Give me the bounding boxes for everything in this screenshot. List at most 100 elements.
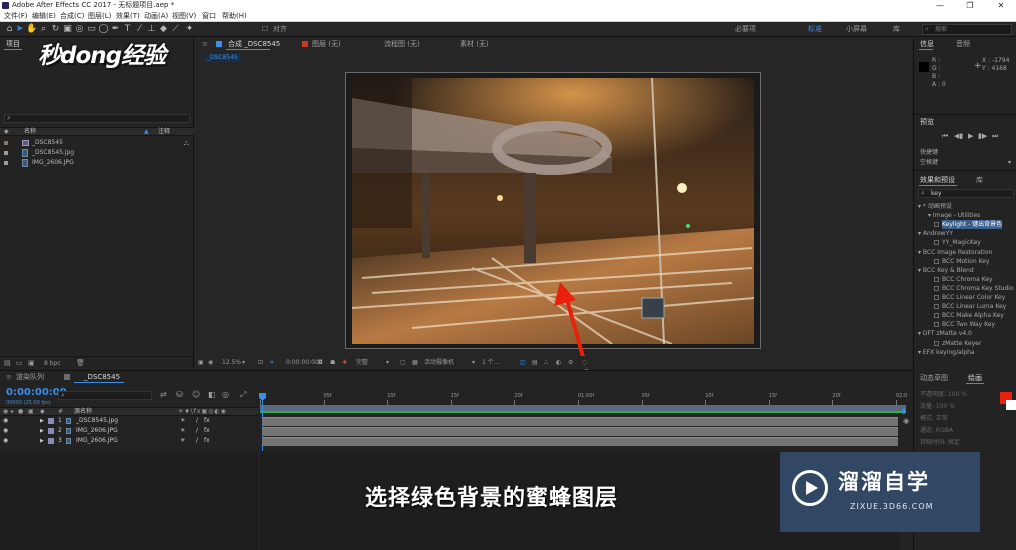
lock-icon[interactable]: [216, 41, 222, 47]
ellipse-tool-icon[interactable]: ◯: [98, 24, 109, 35]
paint-duration[interactable]: 持续时间: 恒定: [920, 438, 960, 447]
delete-icon[interactable]: 🗑: [76, 359, 85, 367]
effects-tree-item[interactable]: YY_MagicKey: [942, 238, 981, 247]
selection-tool-icon[interactable]: ➤: [14, 24, 25, 35]
paint-opacity[interactable]: 不透明度: 100 %: [920, 390, 967, 399]
label-column-icon[interactable]: ◆: [4, 128, 9, 136]
quality-switch-icon[interactable]: /: [196, 416, 198, 426]
paint-channels[interactable]: 通道: RGBA: [920, 426, 953, 435]
fx-switch-icon[interactable]: fx: [204, 416, 210, 426]
chevron-down-icon[interactable]: ▾: [472, 357, 475, 368]
layer-duration-bar[interactable]: [262, 437, 898, 446]
quality-switch-icon[interactable]: /: [196, 426, 198, 436]
shy-switch-icon[interactable]: ☀: [180, 426, 185, 436]
layer-search-input[interactable]: ⌕: [58, 391, 152, 400]
effects-tree-item[interactable]: ▾ EFX keying/alpha: [918, 348, 975, 357]
text-tool-icon[interactable]: T: [122, 24, 133, 35]
flowchart-icon[interactable]: ⛬: [184, 138, 189, 148]
views-select[interactable]: 1 个...: [482, 357, 499, 368]
effects-tree-item[interactable]: BCC Linear Color Key: [942, 293, 1005, 302]
rotate-tool-icon[interactable]: ↻: [50, 24, 61, 35]
expand-arrow-icon[interactable]: ▶: [40, 436, 44, 446]
show-snapshot-icon[interactable]: ☗: [330, 357, 335, 368]
shortcut-select[interactable]: 空格键: [920, 158, 938, 167]
hand-tool-icon[interactable]: ✋: [26, 24, 37, 35]
project-item[interactable]: IMG_2606.JPG: [0, 158, 194, 168]
quality-switch-icon[interactable]: /: [196, 436, 198, 446]
paint-flow[interactable]: 流量: 100 %: [920, 402, 955, 411]
fx-switch-icon[interactable]: fx: [204, 426, 210, 436]
camera-select[interactable]: 活动摄像机: [424, 357, 454, 368]
puppet-tool-icon[interactable]: ✦: [184, 24, 195, 35]
preview-title[interactable]: 预览: [920, 116, 934, 128]
workspace-library[interactable]: 库: [893, 24, 900, 35]
snap-checkbox[interactable]: ☐: [262, 24, 268, 35]
menu-icon[interactable]: ≡: [202, 40, 208, 48]
maximize-button[interactable]: ❐: [955, 0, 985, 11]
breadcrumb[interactable]: _DSC8545: [204, 54, 241, 62]
comp-mini-flowchart-icon[interactable]: ⇄: [160, 390, 167, 399]
layer-duration-bar[interactable]: [262, 427, 898, 436]
layer-row[interactable]: ◉ ▶ 3 IMG_2606.JPG ☀ / fx: [0, 436, 258, 446]
graph-editor-icon[interactable]: ⤢: [240, 390, 246, 400]
effects-tree-item[interactable]: ▾ BCC Image Restoration: [918, 248, 992, 257]
menu-animation[interactable]: 动画(A): [144, 11, 168, 22]
expand-arrow-icon[interactable]: ▶: [40, 416, 44, 426]
minimize-button[interactable]: —: [925, 0, 955, 11]
effects-tree-item[interactable]: BCC Linear Luma Key: [942, 302, 1006, 311]
close-button[interactable]: ✕: [986, 0, 1016, 11]
grid-icon[interactable]: ⌗: [270, 357, 273, 368]
effects-tree-item[interactable]: BCC Motion Key: [942, 257, 989, 266]
label-color[interactable]: [48, 438, 54, 444]
first-frame-icon[interactable]: ⏮: [942, 132, 948, 141]
effects-tree-item[interactable]: ▾ BCC Key & Blend: [918, 266, 974, 275]
column-comment[interactable]: 注释: [158, 128, 170, 136]
flowchart-icon[interactable]: ⛬: [544, 357, 548, 368]
chevron-down-icon[interactable]: ▾: [386, 357, 389, 368]
tab-library[interactable]: 库: [976, 174, 983, 186]
color-depth-label[interactable]: 8 bpc: [44, 360, 61, 367]
effects-tree-item[interactable]: zMatte Keyer: [942, 339, 981, 348]
3d-view-icon[interactable]: ◉: [208, 357, 213, 368]
previous-frame-icon[interactable]: ◀▮: [954, 132, 963, 141]
workspace-small-screen[interactable]: 小屏幕: [846, 24, 867, 35]
zoom-tool-icon[interactable]: ⌕: [38, 24, 49, 35]
viewer-timecode[interactable]: 0:00:00:00: [286, 357, 319, 368]
new-folder-icon[interactable]: ▭: [16, 359, 23, 367]
next-frame-icon[interactable]: ▮▶: [978, 132, 987, 141]
eraser-tool-icon[interactable]: ◆: [158, 24, 169, 35]
interpret-footage-icon[interactable]: ▤: [4, 359, 11, 367]
roto-brush-tool-icon[interactable]: ⟋: [170, 24, 181, 35]
snapshot-icon[interactable]: ◘: [318, 357, 323, 368]
effects-tree-item[interactable]: ▾ * 动画预设: [918, 202, 952, 211]
shy-icon[interactable]: ☺: [192, 390, 200, 399]
effects-tree-item[interactable]: BCC Chroma Key Studio: [942, 284, 1014, 293]
clone-stamp-tool-icon[interactable]: ⊥: [146, 24, 157, 35]
chevron-down-icon[interactable]: ▾: [1008, 158, 1011, 167]
pen-tool-icon[interactable]: ✒: [110, 24, 121, 35]
project-item[interactable]: _DSC8545.jpg: [0, 148, 194, 158]
eye-icon[interactable]: ◉: [3, 416, 8, 426]
reset-exposure-icon[interactable]: ◐: [556, 357, 561, 368]
expand-arrow-icon[interactable]: ▶: [40, 426, 44, 436]
effects-tree-item[interactable]: BCC Make Alpha Key: [942, 311, 1004, 320]
tab-render-queue[interactable]: 渲染队列: [16, 371, 44, 383]
effects-tree-item[interactable]: ▾ AndrewYY: [918, 229, 953, 238]
layer-duration-bar[interactable]: [262, 417, 898, 426]
motion-blur-icon[interactable]: ◎: [222, 390, 229, 399]
effects-tree-item[interactable]: ▾ DFT zMatte v4.0: [918, 329, 972, 338]
fit-icon[interactable]: ⊡: [258, 357, 263, 368]
tab-motion-sketch[interactable]: 动态草图: [920, 372, 948, 384]
effects-tree-item[interactable]: BCC Chroma Key: [942, 275, 993, 284]
draft-3d-icon[interactable]: ⛁: [176, 390, 183, 399]
always-preview-icon[interactable]: ▣: [198, 357, 204, 368]
shy-switch-icon[interactable]: ☀: [180, 436, 185, 446]
transparency-grid-icon[interactable]: ▦: [412, 357, 418, 368]
project-item[interactable]: _DSC8545 ⛬: [0, 138, 194, 148]
exposure-value-icon[interactable]: ◌: [582, 357, 587, 368]
pan-behind-tool-icon[interactable]: ◎: [74, 24, 85, 35]
brush-tool-icon[interactable]: ⁄: [134, 24, 145, 35]
eye-icon[interactable]: ◉: [3, 436, 8, 446]
tab-audio[interactable]: 音频: [956, 38, 970, 50]
tab-footage[interactable]: 素材 (无): [460, 38, 489, 50]
